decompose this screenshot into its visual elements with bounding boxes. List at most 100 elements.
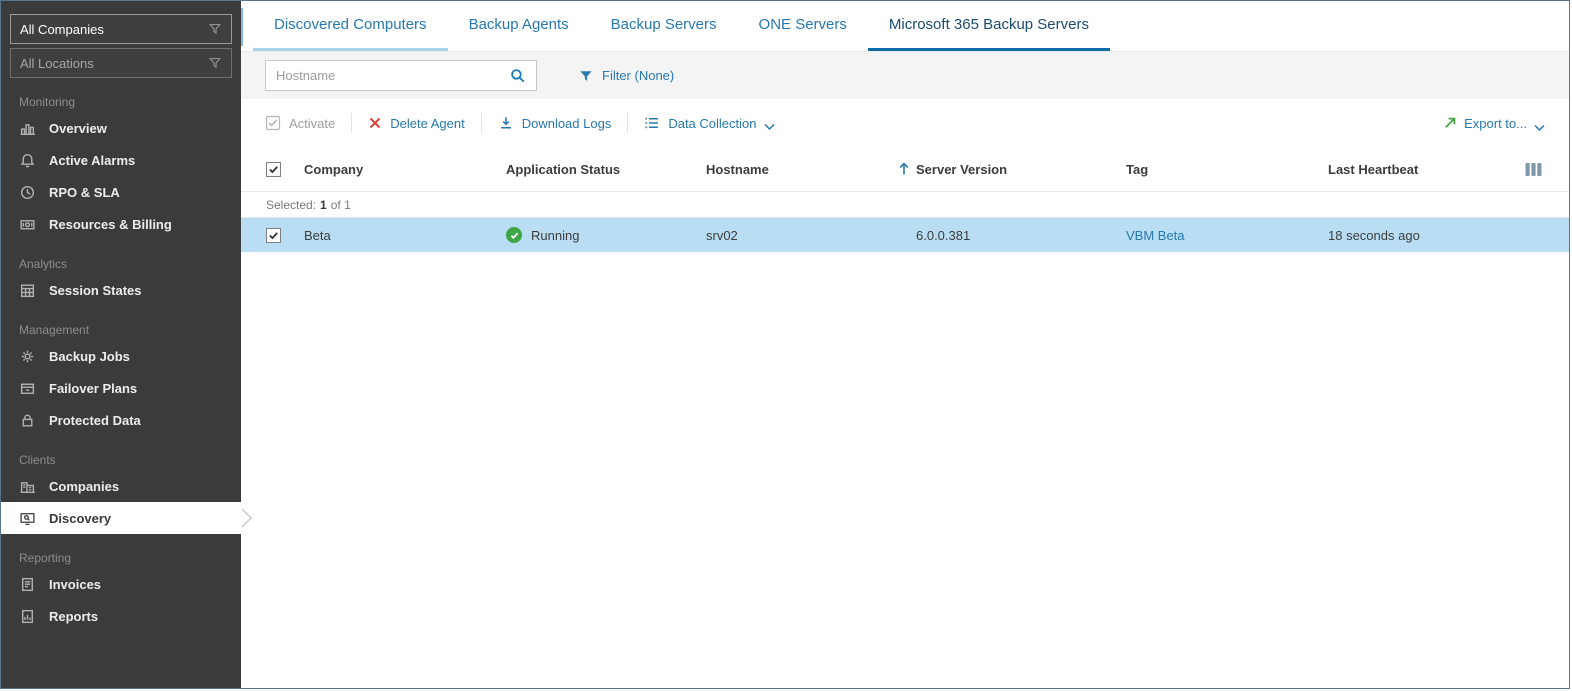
column-header-company[interactable]: Company <box>304 162 506 177</box>
export-label: Export to... <box>1464 115 1527 131</box>
location-filter-dropdown[interactable]: All Locations <box>10 48 232 78</box>
tab-backup-servers[interactable]: Backup Servers <box>590 1 738 51</box>
table-empty-area <box>241 252 1569 688</box>
section-label-monitoring: Monitoring <box>19 95 76 109</box>
sidebar-item-invoices[interactable]: Invoices <box>1 568 241 600</box>
session-states-icon <box>19 282 36 299</box>
cell-company: Beta <box>304 227 331 243</box>
sidebar: All Companies All Locations Monitoring O… <box>1 1 252 688</box>
sidebar-item-discovery[interactable]: Discovery <box>1 502 252 534</box>
cell-hostname: srv02 <box>706 227 738 243</box>
activate-button[interactable]: Activate <box>265 115 335 131</box>
tab-discovered-computers[interactable]: Discovered Computers <box>253 1 448 51</box>
sidebar-item-resources-billing[interactable]: Resources & Billing <box>1 208 241 240</box>
sidebar-item-label: Failover Plans <box>49 380 138 396</box>
search-button[interactable] <box>500 61 536 90</box>
selection-summary: Selected: 1 of 1 <box>241 191 1569 218</box>
selection-summary-count: 1 <box>320 197 327 212</box>
filter-control[interactable]: Filter (None) <box>579 68 674 83</box>
cell-tag-link[interactable]: VBM Beta <box>1126 228 1328 243</box>
sidebar-item-active-alarms[interactable]: Active Alarms <box>1 144 241 176</box>
select-all-checkbox[interactable] <box>266 161 281 177</box>
location-filter-value: All Locations <box>20 55 94 71</box>
tab-backup-agents[interactable]: Backup Agents <box>448 1 590 51</box>
tab-one-servers[interactable]: ONE Servers <box>738 1 868 51</box>
green-check-circle-icon <box>506 227 522 243</box>
filter-funnel-icon <box>208 56 222 70</box>
tab-microsoft-365-backup-servers[interactable]: Microsoft 365 Backup Servers <box>867 1 1110 51</box>
chevron-down-icon <box>764 119 776 131</box>
section-label-reporting: Reporting <box>19 551 72 565</box>
selection-summary-label: Selected: <box>266 197 317 212</box>
delete-agent-button[interactable]: Delete Agent <box>368 115 465 131</box>
company-filter-dropdown[interactable]: All Companies <box>10 14 232 44</box>
failover-plans-icon <box>19 380 36 397</box>
column-header-application-status[interactable]: Application Status <box>506 162 706 177</box>
sidebar-item-label: Overview <box>49 120 107 136</box>
sidebar-item-failover-plans[interactable]: Failover Plans <box>1 372 241 404</box>
billing-icon <box>19 216 36 233</box>
download-logs-label: Download Logs <box>521 115 612 131</box>
column-header-server-version[interactable]: Server Version <box>899 162 1126 177</box>
section-label-management: Management <box>19 323 90 337</box>
discovery-icon <box>19 510 36 527</box>
row-checkbox[interactable] <box>266 227 281 243</box>
sidebar-item-session-states[interactable]: Session States <box>1 274 241 306</box>
column-header-hostname[interactable]: Hostname <box>706 162 916 177</box>
sidebar-item-rpo-sla[interactable]: RPO & SLA <box>1 176 241 208</box>
sidebar-item-overview[interactable]: Overview <box>1 112 241 144</box>
activate-label: Activate <box>289 115 336 131</box>
cell-server-version: 6.0.0.381 <box>916 227 971 243</box>
main-content: Discovered Computers Backup Agents Backu… <box>241 1 1569 688</box>
data-collection-button[interactable]: Data Collection <box>644 115 776 131</box>
data-collection-icon <box>644 115 660 131</box>
sidebar-item-label: Invoices <box>49 576 102 592</box>
toolbar-separator <box>627 113 629 133</box>
sidebar-item-protected-data[interactable]: Protected Data <box>1 404 241 436</box>
search-input[interactable] <box>266 68 500 83</box>
section-label-clients: Clients <box>19 453 56 467</box>
backup-jobs-icon <box>19 348 36 365</box>
sidebar-item-backup-jobs[interactable]: Backup Jobs <box>1 340 241 372</box>
download-icon <box>498 115 514 131</box>
red-x-icon <box>368 116 382 130</box>
column-header-tag[interactable]: Tag <box>1126 162 1328 177</box>
overview-icon <box>19 120 36 137</box>
delete-agent-label: Delete Agent <box>390 115 465 131</box>
filter-funnel-icon <box>208 22 222 36</box>
cell-last-heartbeat: 18 seconds ago <box>1328 227 1420 243</box>
tab-bar-accent <box>241 8 243 46</box>
funnel-icon <box>579 69 593 83</box>
invoices-icon <box>19 576 36 593</box>
sidebar-item-companies[interactable]: Companies <box>1 470 241 502</box>
chevron-down-icon <box>1534 119 1545 132</box>
sort-up-arrow-icon <box>897 162 911 176</box>
toolbar-separator <box>480 113 482 133</box>
reports-icon <box>19 608 36 625</box>
sidebar-item-label: Active Alarms <box>49 152 136 168</box>
app-window: All Companies All Locations Monitoring O… <box>0 0 1570 689</box>
toolbar-separator <box>351 113 353 133</box>
filter-label: Filter (None) <box>602 68 675 83</box>
selection-summary-total: of 1 <box>330 197 351 212</box>
magnifier-icon <box>510 68 526 84</box>
search-box <box>265 60 537 91</box>
protected-data-icon <box>19 412 36 429</box>
column-header-last-heartbeat[interactable]: Last Heartbeat <box>1328 162 1525 177</box>
export-button[interactable]: Export to... <box>1443 115 1545 132</box>
toolbar: Activate Delete Agent Download Logs Data… <box>241 99 1569 147</box>
download-logs-button[interactable]: Download Logs <box>498 115 612 131</box>
data-collection-label: Data Collection <box>668 115 757 131</box>
company-filter-value: All Companies <box>20 21 104 37</box>
sidebar-item-label: Discovery <box>49 510 112 526</box>
filter-bar: Filter (None) <box>241 51 1569 99</box>
section-label-analytics: Analytics <box>19 257 68 271</box>
sidebar-item-label: Companies <box>49 478 120 494</box>
table-header: Company Application Status Hostname Serv… <box>241 147 1569 191</box>
sidebar-item-label: Session States <box>49 282 142 298</box>
tab-bar: Discovered Computers Backup Agents Backu… <box>241 1 1569 51</box>
sidebar-item-reports[interactable]: Reports <box>1 600 241 632</box>
table-row[interactable]: Beta Running srv02 6.0.0.381 VBM Beta 18… <box>241 218 1569 252</box>
column-chooser-icon[interactable] <box>1525 162 1542 177</box>
alarms-icon <box>19 152 36 169</box>
